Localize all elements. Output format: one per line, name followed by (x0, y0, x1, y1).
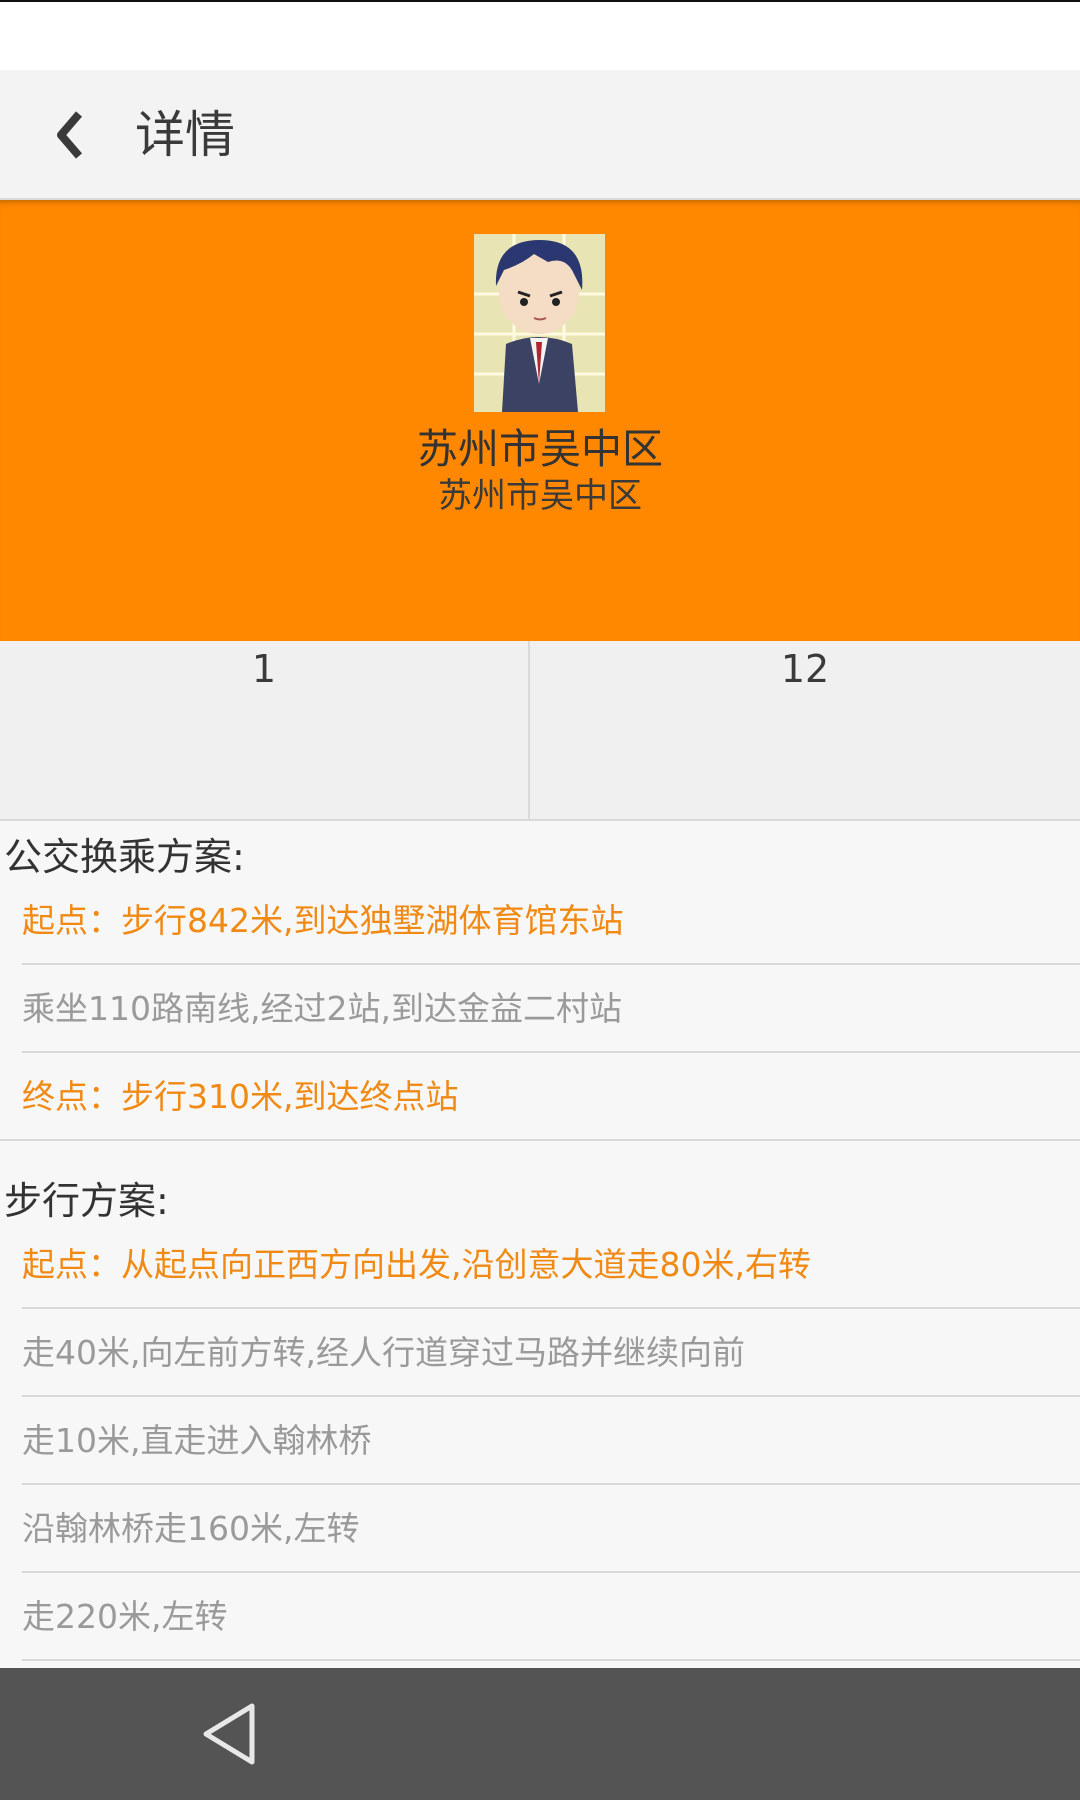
bus-step: 终点：步行310米,到达终点站 (0, 1053, 1080, 1141)
avatar-image (474, 234, 605, 412)
stat-right[interactable]: 12 (530, 641, 1080, 819)
navigation-bar (0, 1668, 1080, 1800)
walk-step: 走40米,向左前方转,经人行道穿过马路并继续向前 (22, 1309, 1080, 1397)
chevron-left-icon (57, 111, 83, 159)
triangle-back-icon (203, 1703, 255, 1765)
toolbar: 详情 (0, 70, 1080, 200)
location-subtitle: 苏州市吴中区 (438, 476, 642, 516)
stat-right-value: 12 (780, 647, 830, 691)
walk-step: 沿翰林桥走160米,左转 (22, 1485, 1080, 1573)
bus-plan-title: 公交换乘方案: (4, 835, 245, 879)
stats-bar: 1 12 (0, 641, 1080, 821)
bus-step: 乘坐110路南线,经过2站,到达金益二村站 (22, 965, 1080, 1053)
walk-step: 走10米,直走进入翰林桥 (22, 1397, 1080, 1485)
back-button[interactable] (38, 92, 98, 178)
stat-left[interactable]: 1 (0, 641, 528, 819)
bus-step: 起点：步行842米,到达独墅湖体育馆东站 (22, 877, 1080, 965)
avatar[interactable] (474, 234, 605, 412)
page-title: 详情 (135, 106, 235, 164)
profile-header: 苏州市吴中区 苏州市吴中区 (0, 200, 1080, 641)
walk-step: 起点：从起点向正西方向出发,沿创意大道走80米,右转 (22, 1221, 1080, 1309)
walk-plan-title: 步行方案: (4, 1179, 169, 1223)
location-name: 苏州市吴中区 (417, 425, 663, 473)
nav-back-button[interactable] (190, 1692, 274, 1776)
walk-step: 走220米,左转 (22, 1573, 1080, 1661)
stat-left-value: 1 (251, 647, 277, 691)
status-bar (0, 0, 1080, 70)
